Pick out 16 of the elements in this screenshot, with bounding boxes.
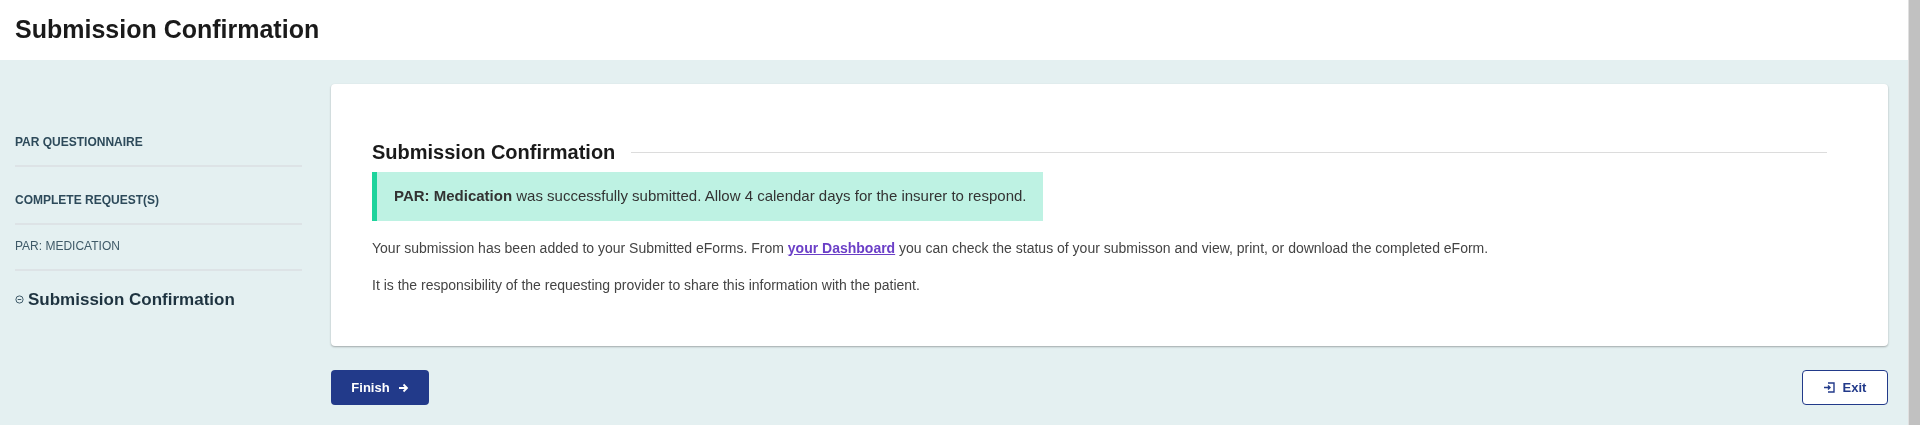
- sidebar-item[interactable]: PAR: MEDICATION: [15, 239, 120, 253]
- body-text: It is the responsibility of the requesting provider to share this information with the patient.: [372, 275, 921, 295]
- exit-icon: [1823, 382, 1835, 393]
- sidebar-section[interactable]: COMPLETE REQUEST(S): [15, 193, 159, 207]
- arrow-right-icon: [397, 382, 409, 393]
- success-alert: PAR: Medication was successfully submitted. Allow 4 calendar days for the insurer to respond.: [372, 172, 1044, 221]
- section-title: Submission Confirmation: [372, 140, 616, 165]
- exit-button[interactable]: Exit: [1802, 370, 1888, 405]
- sidebar-section[interactable]: PAR QUESTIONNAIRE: [15, 135, 143, 149]
- page-title: Submission Confirmation: [15, 14, 320, 46]
- finish-button[interactable]: Finish: [331, 370, 429, 405]
- sidebar-item[interactable]: Submission Confirmation: [28, 287, 235, 313]
- dashboard-link[interactable]: your Dashboard: [787, 239, 896, 256]
- current-step-icon: [15, 295, 24, 305]
- body-text: Your submission has been added to your Submitted eForms. From your Dashboard you can check the status of your submisson and view, print, or download the completed eForm.: [372, 238, 1490, 258]
- scrollbar[interactable]: [1908, 0, 1920, 425]
